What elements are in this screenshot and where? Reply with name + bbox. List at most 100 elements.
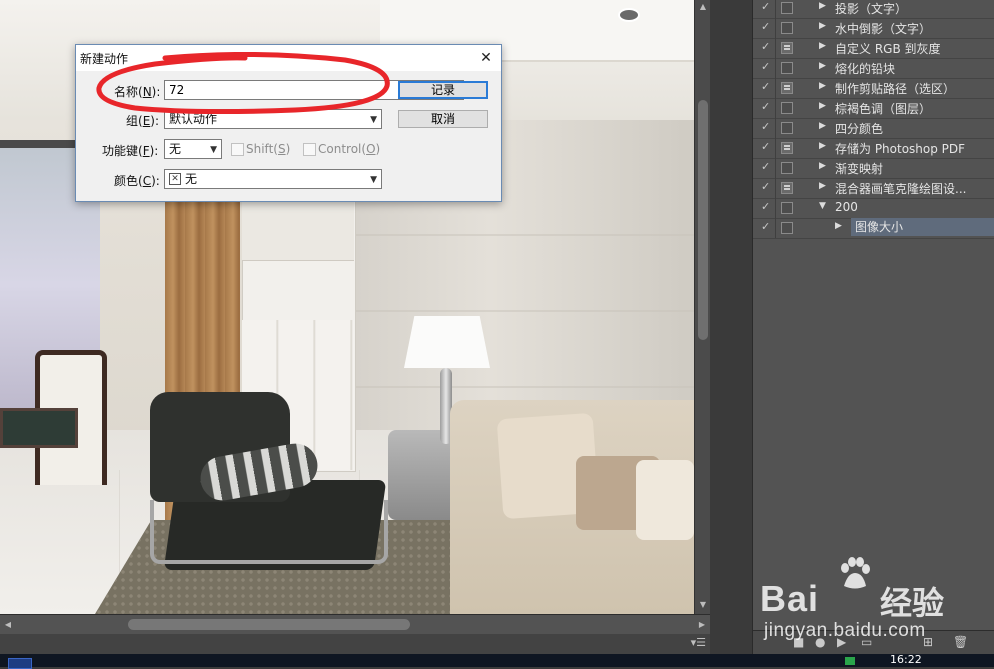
cancel-button[interactable]: 取消 [398,110,488,128]
expand-right-icon[interactable]: ▶ [819,181,826,191]
group-select-value: 默认动作 [169,112,218,126]
close-icon[interactable]: ✕ [471,45,501,71]
lounge-chair-frame [150,500,388,564]
column-divider [775,198,776,218]
dialog-toggle-icon[interactable] [781,222,793,234]
watermark-brand: Bai [760,578,820,619]
taskbar-clock: 16:22 [890,653,922,666]
dialog-toggle-icon[interactable] [781,162,793,174]
scroll-left-arrow-icon[interactable]: ◀ [0,615,16,635]
function-key-label: 功能键(F): [102,144,159,158]
dialog-toggle-icon[interactable] [781,2,793,14]
dialog-toggle-icon[interactable] [781,102,793,114]
action-label: 四分颜色 [835,122,884,136]
scroll-up-arrow-icon[interactable]: ▲ [695,0,711,14]
color-select[interactable]: ✕ 无 ▼ [164,169,382,189]
chevron-down-icon: ▼ [370,175,377,185]
expand-right-icon[interactable]: ▶ [819,61,826,71]
dialog-title: 新建动作 [80,52,129,66]
column-divider [775,118,776,138]
action-row[interactable]: ✓ ▶ 水中倒影（文字） [753,18,994,39]
start-button[interactable] [8,658,32,669]
expand-right-icon[interactable]: ▶ [835,221,842,231]
action-label: 制作剪贴路径（选区） [835,82,956,96]
action-row[interactable]: ✓ ▶ 混合器画笔克隆绘图设... [753,178,994,199]
watermark-brand-suffix: 经验 [880,584,945,622]
dialog-toggle-icon[interactable] [781,22,793,34]
new-action-dialog: 新建动作 ✕ 名称(N): 72 组(E): 默认动作 ▼ 功能键(F): 无 … [75,44,502,202]
expand-down-icon[interactable]: ▼ [819,201,826,211]
toggle-item-check-icon[interactable]: ✓ [761,80,773,93]
action-label: 投影（文字） [835,2,908,16]
chevron-down-icon: ▼ [210,145,217,155]
scroll-down-arrow-icon[interactable]: ▼ [695,598,711,612]
expand-right-icon[interactable]: ▶ [819,21,826,31]
dialog-toggle-icon[interactable] [781,42,793,54]
action-row[interactable]: ✓ ▶ 投影（文字） [753,0,994,19]
dialog-toggle-icon[interactable] [781,182,793,194]
dialog-toggle-icon[interactable] [781,142,793,154]
control-label: Control(O) [318,142,381,156]
dialog-toggle-icon[interactable] [781,122,793,134]
column-divider [775,98,776,118]
baidu-jingyan-watermark: Bai 经验 jingyan.baidu.com [760,556,990,646]
action-row[interactable]: ✓ ▶ 制作剪贴路径（选区） [753,78,994,99]
toggle-item-check-icon[interactable]: ✓ [761,100,773,113]
toggle-item-check-icon[interactable]: ✓ [761,20,773,33]
action-row[interactable]: ✓ ▶ 四分颜色 [753,118,994,139]
vertical-scrollbar[interactable]: ▲ ▼ [694,0,711,614]
sofa-cushion [636,460,694,540]
column-divider [775,58,776,78]
function-key-select[interactable]: 无 ▼ [164,139,222,159]
action-row[interactable]: ✓ ▶ 渐变映射 [753,158,994,179]
toggle-item-check-icon[interactable]: ✓ [761,120,773,133]
lamp-shade [404,316,490,368]
toggle-item-check-icon[interactable]: ✓ [761,40,773,53]
expand-right-icon[interactable]: ▶ [819,101,826,111]
panel-gap [710,0,752,654]
dialog-toggle-icon[interactable] [781,82,793,94]
toggle-item-check-icon[interactable]: ✓ [761,160,773,173]
horizontal-scrollbar[interactable]: ◀ ▶ [0,614,710,635]
expand-right-icon[interactable]: ▶ [819,161,826,171]
scroll-right-arrow-icon[interactable]: ▶ [694,615,710,635]
action-row[interactable]: ✓ ▶ 存储为 Photoshop PDF [753,138,994,159]
dialog-toggle-icon[interactable] [781,62,793,74]
action-row[interactable]: ✓ ▼ 200 [753,198,994,219]
toggle-item-check-icon[interactable]: ✓ [761,60,773,73]
dialog-titlebar[interactable]: 新建动作 ✕ [76,45,501,71]
color-label: 颜色(C): [114,174,160,188]
baidu-paw-icon [841,557,870,589]
vertical-scroll-thumb[interactable] [698,100,708,340]
toggle-item-check-icon[interactable]: ✓ [761,0,773,13]
column-divider [775,178,776,198]
action-label: 混合器画笔克隆绘图设... [835,182,967,196]
toggle-item-check-icon[interactable]: ✓ [761,220,773,233]
action-label: 图像大小 [851,218,994,236]
shift-checkbox[interactable] [231,143,244,156]
control-checkbox[interactable] [303,143,316,156]
toggle-item-check-icon[interactable]: ✓ [761,180,773,193]
horizontal-scroll-thumb[interactable] [128,619,410,630]
record-button[interactable]: 记录 [398,81,488,99]
expand-right-icon[interactable]: ▶ [819,41,826,51]
expand-right-icon[interactable]: ▶ [819,121,826,131]
toggle-item-check-icon[interactable]: ✓ [761,140,773,153]
toggle-item-check-icon[interactable]: ✓ [761,200,773,213]
action-row[interactable]: ✓ ▶ 熔化的铅块 [753,58,994,79]
tray-icon[interactable] [845,657,855,665]
chevron-down-icon: ▼ [370,115,377,125]
action-row[interactable]: ✓ ▶ 图像大小 [753,218,994,239]
action-row[interactable]: ✓ ▶ 自定义 RGB 到灰度 [753,38,994,59]
action-label: 水中倒影（文字） [835,22,932,36]
panel-menu-icon[interactable]: ▾☰ [691,636,706,649]
expand-right-icon[interactable]: ▶ [819,1,826,11]
watermark-url: jingyan.baidu.com [764,620,926,641]
action-row[interactable]: ✓ ▶ 棕褐色调（图层） [753,98,994,119]
dialog-toggle-icon[interactable] [781,202,793,214]
action-label: 渐变映射 [835,162,884,176]
group-select[interactable]: 默认动作 ▼ [164,109,382,129]
taskbar: 16:22 [0,653,994,669]
expand-right-icon[interactable]: ▶ [819,141,826,151]
expand-right-icon[interactable]: ▶ [819,81,826,91]
